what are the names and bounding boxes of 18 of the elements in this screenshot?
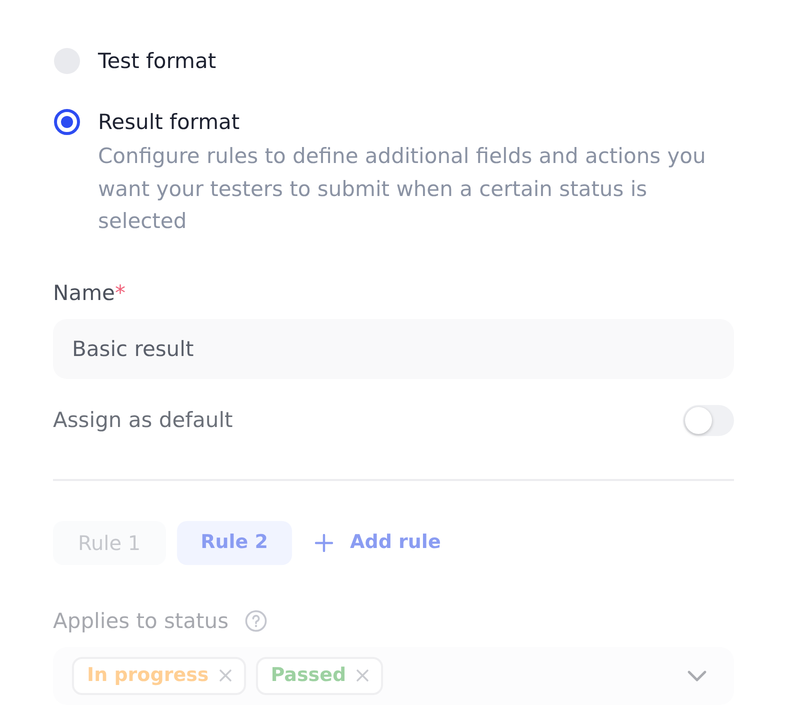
radio-button[interactable] [54, 109, 80, 135]
help-icon[interactable] [244, 610, 267, 632]
toggle-switch[interactable] [683, 405, 734, 436]
option-description: Configure rules to define additional fields and actions you want your testers to submit when a certain status is selected [98, 143, 707, 235]
field-label: Name* [53, 280, 126, 306]
plus-icon [315, 534, 334, 552]
chevron-down-icon[interactable] [687, 670, 707, 682]
close-icon[interactable] [356, 669, 370, 682]
option-label: Result format [98, 109, 241, 136]
toggle-label: Assign as default [53, 406, 233, 434]
tag-label: In progress [87, 663, 209, 688]
rule-tab[interactable]: Rule 2 [176, 520, 292, 564]
option-label: Test format [98, 48, 216, 75]
name-input-field[interactable]: Basic result [53, 318, 734, 378]
add-rule-button[interactable]: Add rule [311, 528, 445, 557]
close-icon[interactable] [218, 669, 232, 682]
tag-label: Passed [270, 663, 346, 688]
field-label: Applies to status [53, 608, 229, 634]
